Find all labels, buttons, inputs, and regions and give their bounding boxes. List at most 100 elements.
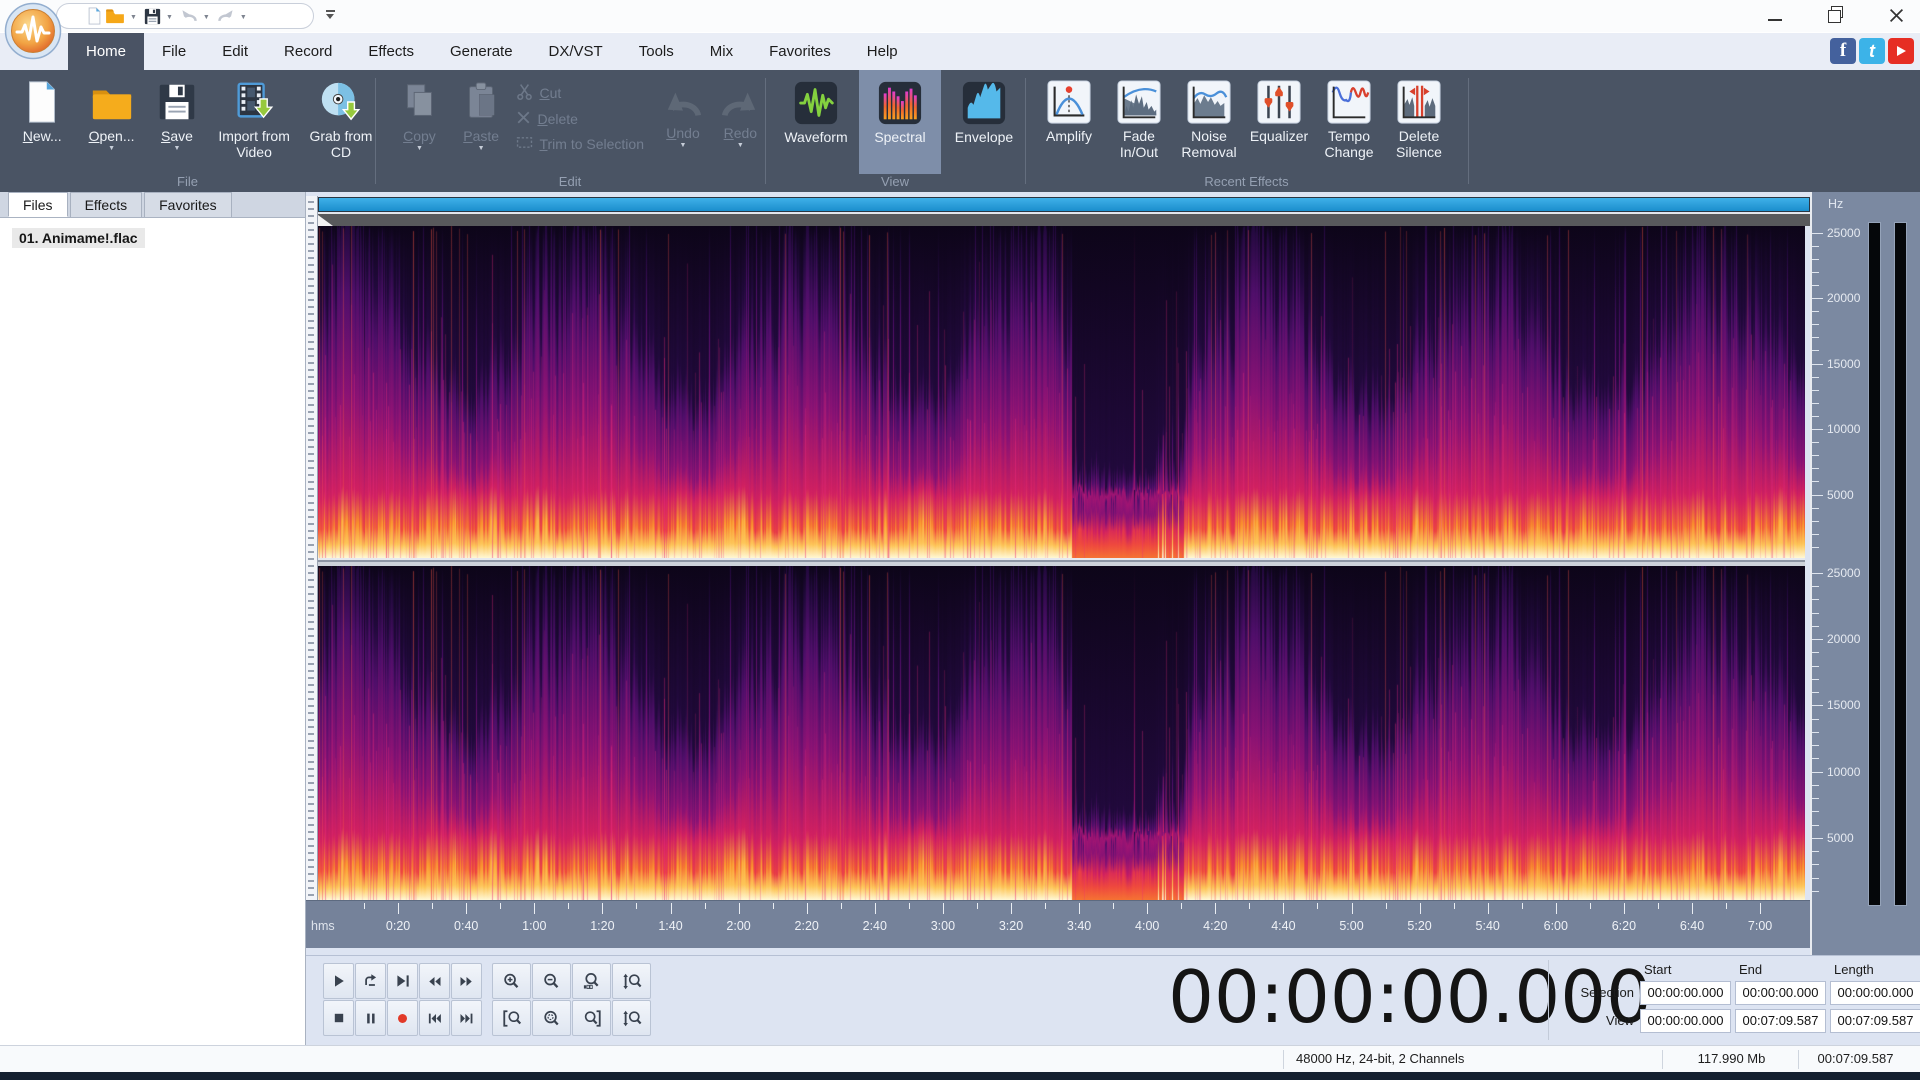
open-button[interactable]: Open... ▼ (80, 79, 142, 160)
copy-label: Copy (403, 128, 436, 144)
time-tick-label: 3:00 (930, 919, 956, 933)
redo-dropdown-icon[interactable]: ▼ (240, 14, 247, 21)
menu-tab-mix[interactable]: Mix (692, 33, 751, 71)
delete-silence-button[interactable]: Delete Silence (1385, 79, 1453, 160)
panel-tab-files[interactable]: Files (8, 192, 68, 217)
undo-dropdown-icon[interactable]: ▼ (203, 14, 210, 21)
go-to-start-button[interactable] (419, 1000, 450, 1036)
save-icon[interactable] (144, 8, 161, 25)
save-dropdown-icon[interactable]: ▼ (166, 14, 173, 21)
view-row-label: View (1606, 1013, 1634, 1028)
import-from-video-button[interactable]: Import from Video (211, 79, 297, 160)
menu-tab-tools[interactable]: Tools (621, 33, 692, 71)
time-tick (942, 903, 944, 914)
menu-tab-home[interactable]: Home (68, 33, 145, 71)
amplify-button[interactable]: Amplify (1035, 79, 1103, 160)
cut-button[interactable]: Cut (516, 83, 650, 103)
delete-silence-icon (1396, 79, 1442, 125)
menu-tab-dx-vst[interactable]: DX/VST (531, 33, 621, 71)
freq-tick (1812, 258, 1819, 260)
time-tick (1555, 903, 1557, 914)
redo-icon[interactable] (217, 9, 235, 23)
go-to-end-button[interactable] (451, 1000, 482, 1036)
time-ruler[interactable]: hms 0:20 0:40 1:00 1:20 1:40 2:00 2:20 2:40 3:00… (306, 900, 1810, 948)
menu-tab-edit[interactable]: Edit (204, 33, 266, 71)
restore-button[interactable] (1828, 5, 1843, 23)
panel-tab-favorites[interactable]: Favorites (144, 192, 232, 217)
grab-from-cd-button[interactable]: Grab from CD (307, 79, 375, 160)
envelope-view-button[interactable]: Envelope (943, 70, 1025, 174)
undo-icon[interactable] (180, 9, 198, 23)
loop-button[interactable] (355, 963, 386, 999)
fade-in-out-button[interactable]: Fade In/Out (1105, 79, 1173, 160)
freq-tick (1812, 678, 1819, 680)
new-file-icon[interactable] (87, 7, 102, 25)
waveform-view-button[interactable]: Waveform (775, 70, 857, 174)
paste-button[interactable]: Paste ▼ (454, 79, 509, 152)
open-folder-icon[interactable] (105, 8, 125, 24)
zoom-selection-end-button[interactable] (572, 1000, 611, 1036)
menu-tab-record[interactable]: Record (266, 33, 350, 71)
twitter-icon[interactable]: t (1859, 38, 1885, 64)
selection-end-field[interactable]: 00:00:00.000 (1735, 981, 1826, 1005)
redo-button[interactable]: Redo ▼ (716, 79, 765, 149)
customize-toolbar-icon[interactable] (324, 9, 336, 21)
zoom-selection-button[interactable] (532, 1000, 571, 1036)
menu-tab-file[interactable]: File (144, 33, 204, 71)
pause-button[interactable] (355, 1000, 386, 1036)
menu-tab-generate[interactable]: Generate (432, 33, 531, 71)
zoom-out-button[interactable] (532, 963, 571, 999)
minimize-button[interactable] (1768, 10, 1782, 21)
menu-tab-favorites[interactable]: Favorites (751, 33, 849, 71)
trim-to-selection-button[interactable]: Trim to Selection (516, 135, 650, 153)
zoom-100-button[interactable] (572, 963, 611, 999)
paste-icon (458, 79, 504, 125)
play-button[interactable] (323, 963, 354, 999)
fade-icon (1116, 79, 1162, 125)
new-button[interactable]: New... (14, 79, 70, 160)
open-dropdown-icon[interactable]: ▼ (130, 14, 137, 21)
record-button[interactable] (387, 1000, 418, 1036)
youtube-icon[interactable] (1888, 38, 1914, 64)
selection-start-field[interactable]: 00:00:00.000 (1640, 981, 1731, 1005)
save-button[interactable]: Save ▼ (153, 79, 202, 160)
facebook-icon[interactable]: f (1830, 38, 1856, 64)
delete-button[interactable]: Delete (516, 110, 650, 128)
zoom-in-button[interactable] (492, 963, 531, 999)
tempo-change-button[interactable]: Tempo Change (1315, 79, 1383, 160)
zoom-vertical-2-button[interactable] (612, 1000, 651, 1036)
spectrogram-channel-1[interactable] (318, 226, 1805, 558)
view-start-field[interactable]: 00:00:00.000 (1640, 1009, 1731, 1033)
spectrogram-channel-2[interactable] (318, 566, 1805, 900)
view-end-field[interactable]: 00:07:09.587 (1735, 1009, 1826, 1033)
cursor-strip[interactable] (318, 213, 1810, 226)
undo-button[interactable]: Undo ▼ (658, 79, 707, 149)
play-to-end-button[interactable] (387, 963, 418, 999)
time-tick (704, 903, 706, 909)
noise-removal-button[interactable]: Noise Removal (1175, 79, 1243, 160)
close-button[interactable] (1889, 8, 1904, 23)
equalizer-button[interactable]: Equalizer (1245, 79, 1313, 160)
zoom-selection-start-button[interactable] (492, 1000, 531, 1036)
copy-button[interactable]: Copy ▼ (393, 79, 446, 152)
status-separator (1283, 1050, 1284, 1069)
menu-tab-effects[interactable]: Effects (350, 33, 432, 71)
stop-button[interactable] (323, 1000, 354, 1036)
play-cursor-marker-icon[interactable] (318, 215, 333, 226)
menu-tab-help[interactable]: Help (849, 33, 916, 71)
menu-tabs: Home File Edit Record Effects Generate DX/VST T… (68, 33, 916, 71)
freq-tick (1812, 877, 1819, 879)
forward-button[interactable] (451, 963, 482, 999)
panel-tab-effects[interactable]: Effects (69, 192, 143, 217)
group-caption-view: View (881, 174, 909, 189)
spectral-view-button[interactable]: Spectral (859, 70, 941, 174)
freq-tick (1812, 771, 1823, 773)
file-list-item[interactable]: 01. Animame!.flac (12, 228, 145, 248)
app-logo-icon[interactable] (4, 2, 62, 60)
overview-scrollbar[interactable] (318, 197, 1810, 212)
redo-icon (717, 85, 763, 125)
view-length-field[interactable]: 00:07:09.587 (1830, 1009, 1920, 1033)
zoom-vertical-button[interactable] (612, 963, 651, 999)
rewind-button[interactable] (419, 963, 450, 999)
selection-length-field[interactable]: 00:00:00.000 (1830, 981, 1920, 1005)
